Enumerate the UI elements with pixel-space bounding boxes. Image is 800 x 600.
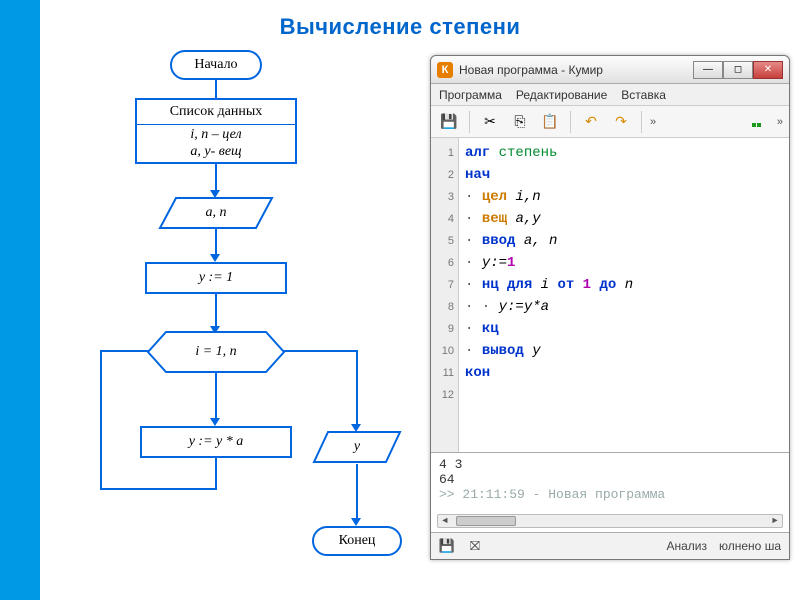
flow-loop: i = 1, n (148, 332, 284, 372)
console[interactable]: 4 3 64 >> 21:11:59 - Новая программа ◄ ► (431, 453, 789, 533)
flow-init: y := 1 (145, 262, 287, 294)
menu-insert[interactable]: Вставка (621, 88, 666, 102)
code-area[interactable]: алг степень нач · цел i,n · вещ a,y · вв… (459, 138, 639, 452)
save-icon[interactable]: 💾 (437, 110, 461, 134)
menu-program[interactable]: Программа (439, 88, 502, 102)
flow-input: a, n (160, 198, 272, 228)
status-close-icon[interactable]: ⛝ (467, 538, 483, 554)
status-done: юлнено ша (719, 539, 781, 553)
copy-icon[interactable]: ⎘ (508, 110, 532, 134)
toolbar-more-left[interactable]: » (650, 116, 656, 128)
console-output: 64 (439, 472, 781, 487)
maximize-button[interactable]: ◻ (723, 61, 753, 79)
minimize-button[interactable]: — (693, 61, 723, 79)
cut-icon[interactable]: ✂ (478, 110, 502, 134)
scroll-left-icon[interactable]: ◄ (438, 515, 452, 527)
line-gutter: 123456789101112 (431, 138, 459, 452)
flow-end: Конец (312, 526, 402, 556)
flow-start: Начало (170, 50, 262, 80)
close-button[interactable]: ✕ (753, 61, 783, 79)
flowchart: Начало Список данных i, n – цел a, y- ве… (60, 50, 390, 590)
status-save-icon[interactable]: 💾 (439, 538, 455, 554)
horizontal-scrollbar[interactable]: ◄ ► (437, 514, 783, 528)
toolbar: 💾 ✂ ⎘ 📋 ↶ ↷ » » (431, 106, 789, 138)
window-title: Новая программа - Кумир (459, 63, 687, 77)
undo-icon[interactable]: ↶ (579, 110, 603, 134)
flow-output: y (314, 432, 400, 462)
console-log: >> 21:11:59 - Новая программа (439, 487, 781, 502)
menubar: Программа Редактирование Вставка (431, 84, 789, 106)
console-input: 4 3 (439, 457, 781, 472)
flow-data-types: i, n – цел a, y- вещ (135, 124, 297, 164)
status-analysis[interactable]: Анализ (667, 539, 708, 553)
slide-accent-stripe (0, 0, 40, 600)
run-icon[interactable] (747, 110, 771, 134)
kumir-window: К Новая программа - Кумир — ◻ ✕ Программ… (430, 55, 790, 560)
flow-data-header: Список данных (135, 98, 297, 124)
flow-data-line1: i, n – цел (190, 127, 241, 143)
flow-body: y := y * a (140, 426, 292, 458)
menu-edit[interactable]: Редактирование (516, 88, 607, 102)
page-title: Вычисление степени (0, 14, 800, 40)
statusbar: 💾 ⛝ Анализ юлнено ша (431, 533, 789, 559)
flow-data-line2: a, y- вещ (190, 144, 241, 160)
titlebar[interactable]: К Новая программа - Кумир — ◻ ✕ (431, 56, 789, 84)
code-editor[interactable]: 123456789101112 алг степень нач · цел i,… (431, 138, 789, 453)
redo-icon[interactable]: ↷ (609, 110, 633, 134)
app-icon: К (437, 62, 453, 78)
paste-icon[interactable]: 📋 (538, 110, 562, 134)
scroll-thumb[interactable] (456, 516, 516, 526)
scroll-right-icon[interactable]: ► (768, 515, 782, 527)
toolbar-more-right[interactable]: » (777, 116, 783, 128)
